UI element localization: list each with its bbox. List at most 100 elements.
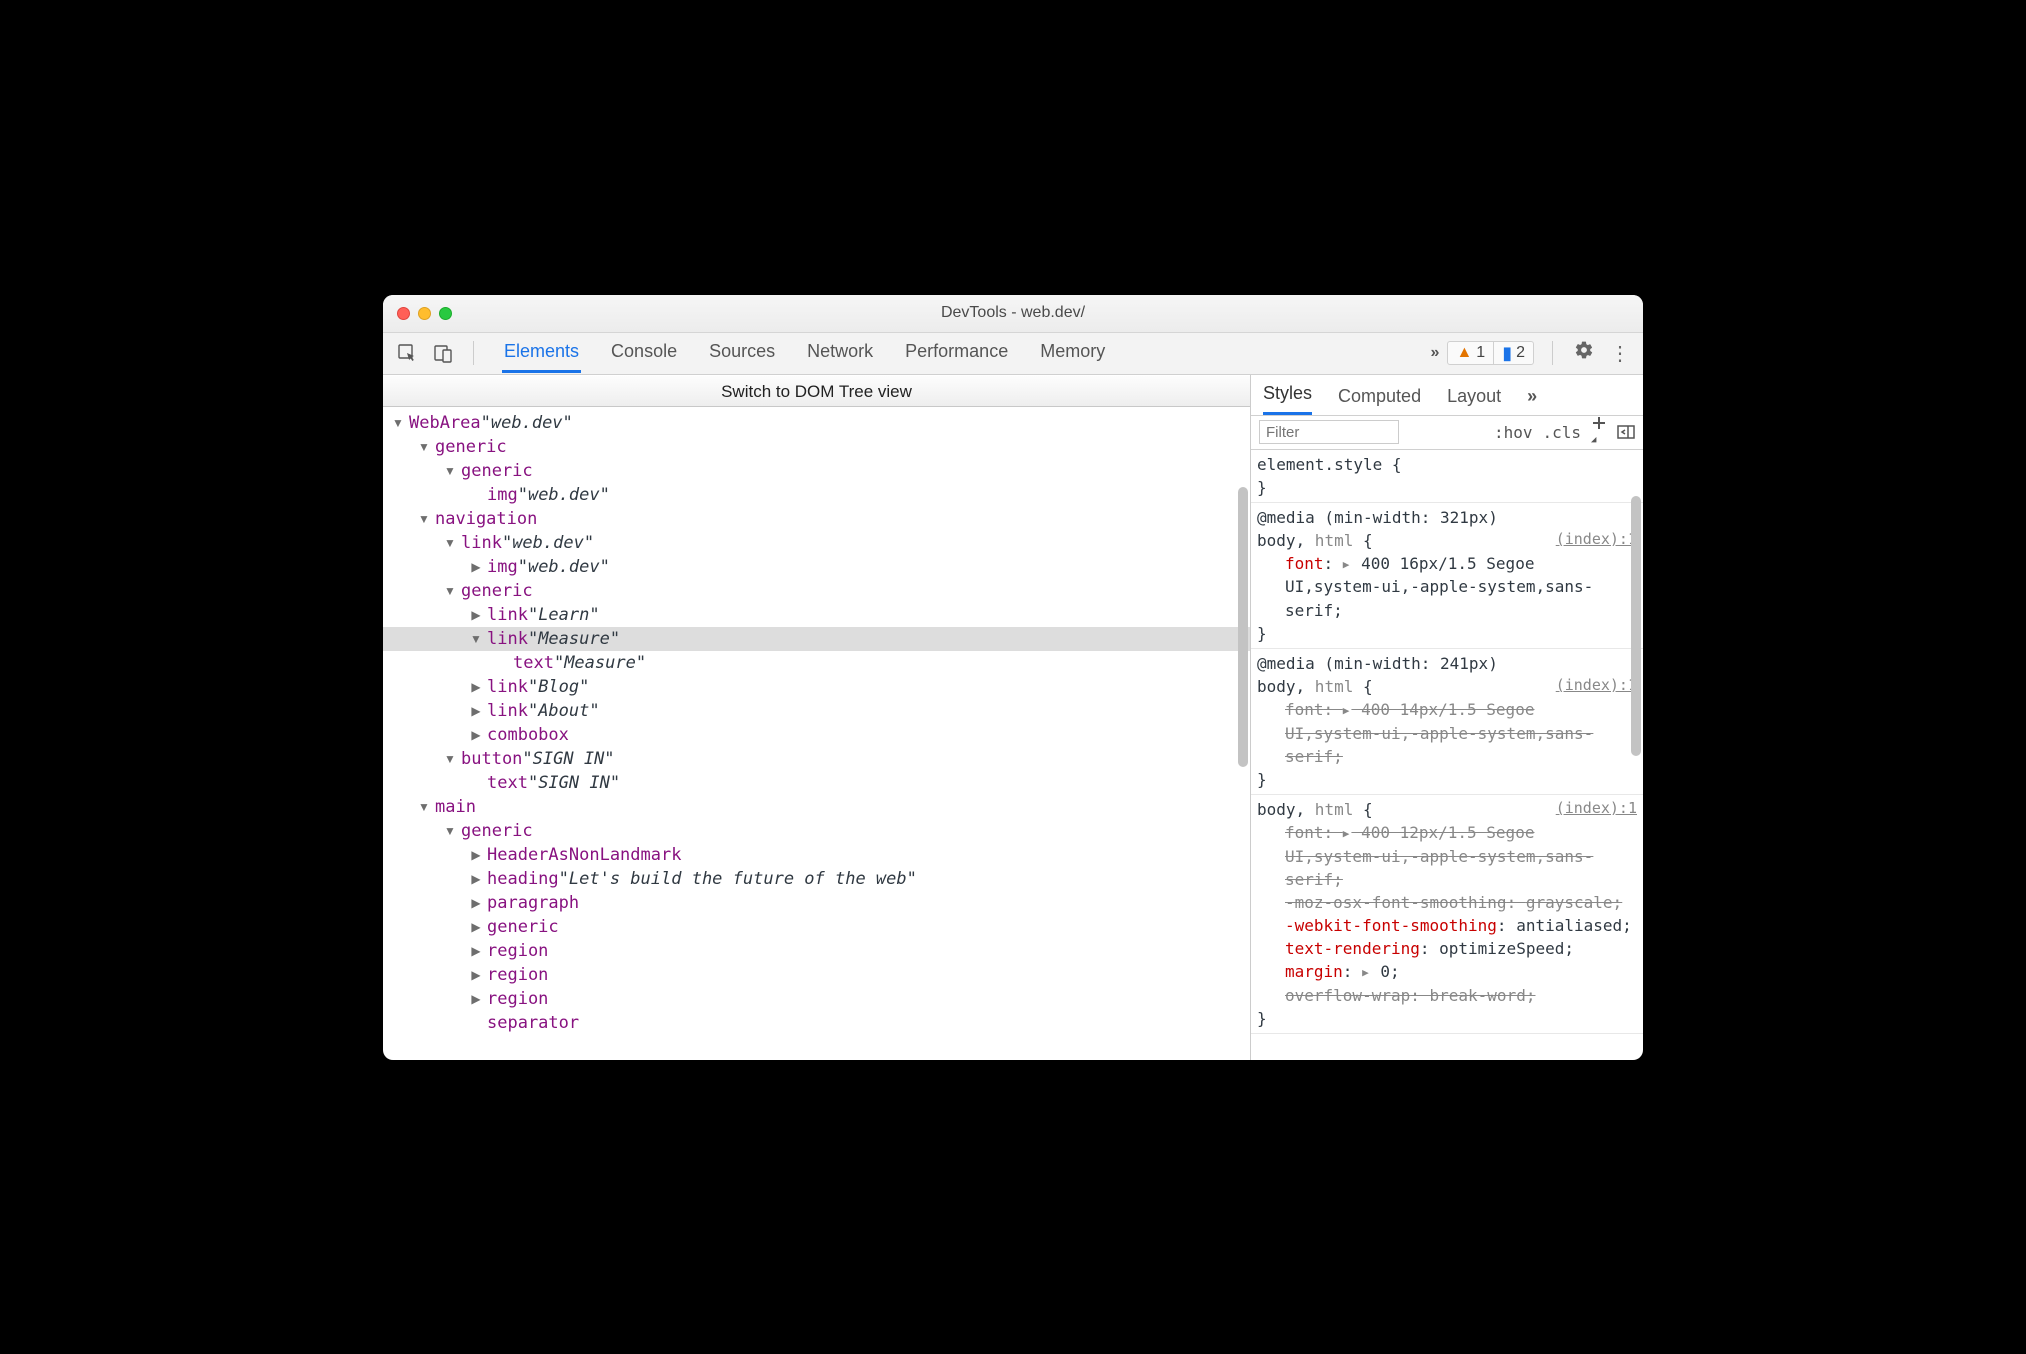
tree-row[interactable]: img "web.dev" (383, 483, 1250, 507)
tree-row[interactable]: generic (383, 819, 1250, 843)
source-link[interactable]: (index):1 (1556, 798, 1637, 820)
tree-row[interactable]: generic (383, 435, 1250, 459)
sidebar-tab-styles[interactable]: Styles (1263, 383, 1312, 415)
issues-badge[interactable]: ▮ 2 (1493, 341, 1534, 365)
scrollbar-thumb[interactable] (1238, 487, 1248, 767)
disclosure-arrow-icon[interactable] (443, 752, 457, 766)
style-rule[interactable]: @media (min-width: 321px)(index):1body, … (1251, 503, 1643, 649)
settings-gear-icon[interactable] (1571, 340, 1597, 366)
tab-sources[interactable]: Sources (707, 333, 777, 373)
source-link[interactable]: (index):1 (1556, 529, 1637, 551)
disclosure-arrow-icon[interactable] (469, 920, 483, 934)
tree-row[interactable]: generic (383, 915, 1250, 939)
tab-elements[interactable]: Elements (502, 333, 581, 373)
css-property[interactable]: overflow-wrap: break-word; (1257, 984, 1637, 1007)
style-rule[interactable]: (index):1body, html {font: ▶ 400 12px/1.… (1251, 795, 1643, 1034)
disclosure-arrow-icon[interactable] (469, 896, 483, 910)
styles-filter-input[interactable] (1259, 420, 1399, 444)
styles-list[interactable]: element.style {}@media (min-width: 321px… (1251, 450, 1643, 1060)
tree-row[interactable]: WebArea "web.dev" (383, 411, 1250, 435)
disclosure-arrow-icon[interactable] (469, 608, 483, 622)
css-property[interactable]: -webkit-font-smoothing: antialiased; (1257, 914, 1637, 937)
more-tabs-button[interactable]: » (1431, 344, 1440, 362)
disclosure-arrow-icon[interactable] (469, 632, 483, 646)
tree-row[interactable]: paragraph (383, 891, 1250, 915)
accessibility-tree[interactable]: WebArea "web.dev"genericgenericimg "web.… (383, 407, 1250, 1060)
tree-role: heading (487, 869, 559, 889)
disclosure-arrow-icon[interactable] (391, 416, 405, 430)
disclosure-arrow-icon[interactable] (443, 464, 457, 478)
disclosure-arrow-icon[interactable] (469, 872, 483, 886)
issue-badges[interactable]: ▲ 1 ▮ 2 (1447, 341, 1534, 365)
more-options-icon[interactable]: ⋮ (1607, 341, 1633, 366)
disclosure-arrow-icon[interactable] (469, 848, 483, 862)
disclosure-arrow-icon[interactable] (469, 968, 483, 982)
tree-row[interactable]: region (383, 963, 1250, 987)
tree-row[interactable]: generic (383, 459, 1250, 483)
disclosure-arrow-icon[interactable] (469, 728, 483, 742)
hov-toggle[interactable]: :hov (1494, 423, 1533, 442)
tree-row[interactable]: text "SIGN IN" (383, 771, 1250, 795)
css-property[interactable]: -moz-osx-font-smoothing: grayscale; (1257, 891, 1637, 914)
cls-toggle[interactable]: .cls (1542, 423, 1581, 442)
disclosure-arrow-icon[interactable] (417, 440, 431, 454)
tree-name: "Let's build the future of the web" (559, 869, 917, 889)
device-toolbar-icon[interactable] (429, 339, 457, 367)
disclosure-arrow-icon[interactable] (417, 800, 431, 814)
tree-row[interactable]: combobox (383, 723, 1250, 747)
tree-row[interactable]: navigation (383, 507, 1250, 531)
tab-console[interactable]: Console (609, 333, 679, 373)
tree-row[interactable]: link "About" (383, 699, 1250, 723)
tree-role: generic (435, 437, 507, 457)
disclosure-arrow-icon[interactable] (469, 944, 483, 958)
disclosure-arrow-icon[interactable] (469, 560, 483, 574)
tree-name: "Blog" (528, 677, 589, 697)
tree-row[interactable]: link "Learn" (383, 603, 1250, 627)
tree-row[interactable]: button "SIGN IN" (383, 747, 1250, 771)
toolbar-separator (473, 341, 474, 365)
tree-row[interactable]: link "Blog" (383, 675, 1250, 699)
css-property[interactable]: margin: ▶ 0; (1257, 960, 1637, 983)
switch-view-button[interactable]: Switch to DOM Tree view (383, 375, 1250, 407)
inspect-element-icon[interactable] (393, 339, 421, 367)
tree-row[interactable]: region (383, 939, 1250, 963)
tree-row[interactable]: link "Measure" (383, 627, 1250, 651)
tree-row[interactable]: separator (383, 1011, 1250, 1035)
tree-row[interactable]: text "Measure" (383, 651, 1250, 675)
media-query: @media (min-width: 241px) (1257, 652, 1637, 675)
tree-row[interactable]: HeaderAsNonLandmark (383, 843, 1250, 867)
tab-network[interactable]: Network (805, 333, 875, 373)
disclosure-arrow-icon[interactable] (417, 512, 431, 526)
tab-memory[interactable]: Memory (1038, 333, 1107, 373)
disclosure-arrow-icon[interactable] (469, 992, 483, 1006)
style-rule[interactable]: @media (min-width: 241px)(index):1body, … (1251, 649, 1643, 795)
disclosure-arrow-icon[interactable] (469, 704, 483, 718)
toggle-computed-panel-icon[interactable] (1617, 425, 1635, 439)
css-property[interactable]: font: ▶ 400 16px/1.5 Segoe UI,system-ui,… (1257, 552, 1637, 622)
css-property[interactable]: font: ▶ 400 14px/1.5 Segoe UI,system-ui,… (1257, 698, 1637, 768)
disclosure-arrow-icon[interactable] (443, 536, 457, 550)
tree-row[interactable]: heading "Let's build the future of the w… (383, 867, 1250, 891)
css-property[interactable]: font: ▶ 400 12px/1.5 Segoe UI,system-ui,… (1257, 821, 1637, 891)
source-link[interactable]: (index):1 (1556, 675, 1637, 697)
tree-row[interactable]: main (383, 795, 1250, 819)
disclosure-arrow-icon[interactable] (469, 680, 483, 694)
disclosure-arrow-icon[interactable] (443, 584, 457, 598)
tree-row[interactable]: img "web.dev" (383, 555, 1250, 579)
disclosure-arrow-icon[interactable] (443, 824, 457, 838)
new-style-rule-icon[interactable]: ◢ (1591, 415, 1607, 450)
warnings-badge[interactable]: ▲ 1 (1447, 341, 1494, 365)
tab-performance[interactable]: Performance (903, 333, 1010, 373)
selector: (index):1body, html { (1257, 529, 1637, 552)
tree-name: "Learn" (528, 605, 600, 625)
style-rule[interactable]: element.style {} (1251, 450, 1643, 503)
more-sidebar-tabs-button[interactable]: » (1527, 386, 1537, 415)
sidebar-tab-computed[interactable]: Computed (1338, 386, 1421, 415)
tree-role: link (461, 533, 502, 553)
css-property[interactable]: text-rendering: optimizeSpeed; (1257, 937, 1637, 960)
scrollbar-thumb[interactable] (1631, 496, 1641, 756)
sidebar-tab-layout[interactable]: Layout (1447, 386, 1501, 415)
tree-row[interactable]: link "web.dev" (383, 531, 1250, 555)
tree-row[interactable]: region (383, 987, 1250, 1011)
tree-row[interactable]: generic (383, 579, 1250, 603)
